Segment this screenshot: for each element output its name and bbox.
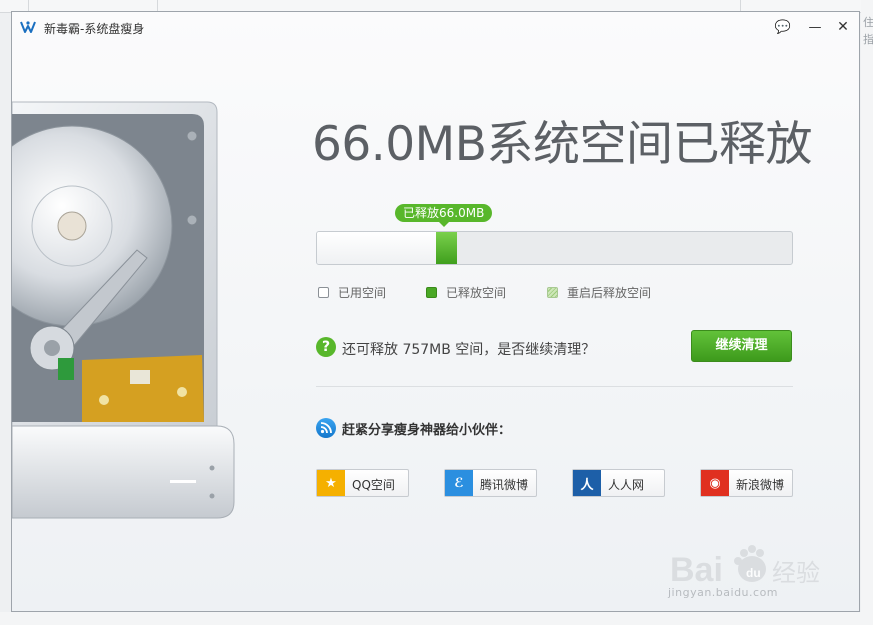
legend-restart: 重启后释放空间 xyxy=(547,284,651,301)
continue-cleanup-button[interactable]: 继续清理 xyxy=(691,330,792,362)
hard-disk-illustration xyxy=(12,101,235,519)
background-window-bottom xyxy=(0,612,873,625)
cleanup-window: 新毒霸-系统盘瘦身 💬 — ✕ 66.0MB系统空间已释放 已释放66.0MB … xyxy=(11,11,860,612)
legend-used: 已用空间 xyxy=(318,284,386,301)
section-divider xyxy=(316,386,793,387)
remaining-space-prompt: 还可释放 757MB 空间，是否继续清理？ xyxy=(342,342,596,358)
share-sina-weibo-button[interactable]: ◉ 新浪微博 xyxy=(700,469,793,497)
feedback-icon[interactable]: 💬 xyxy=(772,17,794,37)
svg-text:Bai: Bai xyxy=(670,551,723,589)
share-renren-label: 人人网 xyxy=(608,478,645,492)
share-sina-weibo-label: 新浪微博 xyxy=(736,478,785,492)
renren-icon: 人 xyxy=(573,470,601,496)
share-qzone-button[interactable]: ★ QQ空间 xyxy=(316,469,409,497)
minimize-button[interactable]: — xyxy=(804,17,826,37)
close-button[interactable]: ✕ xyxy=(832,17,854,37)
used-swatch xyxy=(318,287,329,298)
background-window-right: 住 指 xyxy=(861,0,873,625)
share-tencent-weibo-button[interactable]: ℰ 腾讯微博 xyxy=(444,469,537,497)
tencent-weibo-icon: ℰ xyxy=(445,470,473,496)
legend-freed: 已释放空间 xyxy=(426,284,506,301)
share-heading: 赶紧分享瘦身神器给小伙伴： xyxy=(342,423,512,438)
svg-text:du: du xyxy=(746,566,761,580)
freed-amount-badge: 已释放66.0MB xyxy=(395,204,493,227)
background-text: 指 xyxy=(863,33,873,46)
share-tencent-weibo-label: 腾讯微博 xyxy=(480,478,529,492)
space-progress-bar xyxy=(316,231,793,265)
question-icon: ? xyxy=(316,337,336,357)
qzone-star-icon: ★ xyxy=(317,470,345,496)
progress-used-segment xyxy=(317,232,437,264)
background-text: 住 xyxy=(863,16,873,29)
share-renren-button[interactable]: 人 人人网 xyxy=(572,469,665,497)
sina-weibo-icon: ◉ xyxy=(701,470,729,496)
headline: 66.0MB系统空间已释放 xyxy=(312,117,812,172)
legend-restart-label: 重启后释放空间 xyxy=(567,286,652,300)
title-bar[interactable]: 新毒霸-系统盘瘦身 💬 — ✕ xyxy=(12,12,859,42)
legend-freed-label: 已释放空间 xyxy=(446,286,507,300)
share-qzone-label: QQ空间 xyxy=(352,478,395,492)
rss-share-icon xyxy=(316,418,336,438)
svg-text:经验: 经验 xyxy=(772,559,820,587)
duba-logo-icon xyxy=(20,21,36,33)
progress-freed-segment xyxy=(435,232,458,264)
freed-swatch xyxy=(426,287,437,298)
window-title: 新毒霸-系统盘瘦身 xyxy=(44,22,145,36)
restart-swatch xyxy=(547,287,558,298)
watermark-url: jingyan.baidu.com xyxy=(668,586,779,599)
legend-used-label: 已用空间 xyxy=(338,286,387,300)
